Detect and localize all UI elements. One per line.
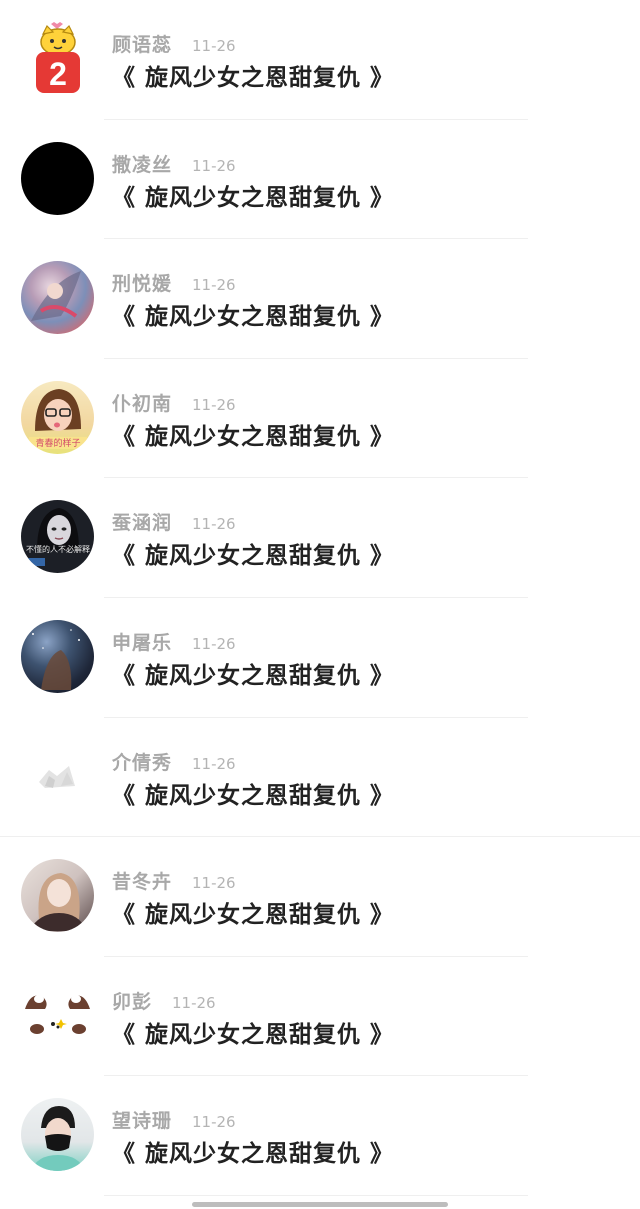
list-item[interactable]: 不懂的人不必解释 蚕涵润 11-26 《 旋风少女之恩甜复仇 》	[0, 478, 640, 598]
svg-text:青春的样子: 青春的样子	[35, 437, 80, 449]
comment-text: 《 旋风少女之恩甜复仇 》	[112, 902, 395, 929]
commenter-name[interactable]: 卯彭	[112, 987, 152, 1014]
comment-date: 11-26	[192, 1113, 236, 1132]
comment-text: 《 旋风少女之恩甜复仇 》	[112, 423, 395, 450]
avatar[interactable]: 2	[21, 22, 94, 95]
comment-date: 11-26	[192, 634, 236, 653]
mascot-badge-icon: 2	[36, 22, 80, 93]
list-item[interactable]: 卯彭 11-26 《 旋风少女之恩甜复仇 》	[0, 957, 640, 1077]
comment-date: 11-26	[192, 37, 236, 55]
commenter-name[interactable]: 撒凌丝	[112, 150, 172, 177]
avatar[interactable]: 不懂的人不必解释	[21, 500, 94, 574]
commenter-name[interactable]: 介倩秀	[112, 748, 172, 775]
comment-text: 《 旋风少女之恩甜复仇 》	[112, 65, 395, 91]
comment-date: 11-26	[192, 754, 236, 773]
avatar[interactable]	[21, 739, 94, 813]
avatar[interactable]: 青春的样子	[21, 380, 94, 454]
avatar[interactable]	[21, 261, 94, 335]
list-item[interactable]: 昔冬卉 11-26 《 旋风少女之恩甜复仇 》	[0, 837, 640, 957]
avatar[interactable]	[21, 619, 94, 693]
comment-date: 11-26	[192, 515, 236, 534]
avatar[interactable]	[21, 1098, 94, 1172]
comment-date: 11-26	[192, 395, 236, 414]
comment-text: 《 旋风少女之恩甜复仇 》	[112, 184, 395, 211]
list-item[interactable]: 望诗珊 11-26 《 旋风少女之恩甜复仇 》	[0, 1076, 640, 1196]
commenter-name[interactable]: 昔冬卉	[112, 867, 172, 894]
comment-text: 《 旋风少女之恩甜复仇 》	[112, 543, 395, 570]
list-item[interactable]: 介倩秀 11-26 《 旋风少女之恩甜复仇 》	[0, 718, 640, 838]
masked-boy-icon	[31, 1106, 85, 1172]
avatar[interactable]	[21, 978, 94, 1052]
commenter-name[interactable]: 仆初南	[112, 389, 172, 416]
anime-girl-icon	[29, 873, 87, 932]
list-item[interactable]: 撒凌丝 11-26 《 旋风少女之恩甜复仇 》	[0, 120, 640, 240]
commenter-name[interactable]: 蚕涵润	[112, 508, 172, 535]
comment-text: 《 旋风少女之恩甜复仇 》	[112, 782, 395, 809]
comment-text: 《 旋风少女之恩甜复仇 》	[112, 662, 395, 689]
sketch-icon	[39, 765, 75, 788]
list-item[interactable]: 刑悦媛 11-26 《 旋风少女之恩甜复仇 》	[0, 239, 640, 359]
commenter-name[interactable]: 顾语蕊	[112, 30, 172, 57]
list-item[interactable]: 申屠乐 11-26 《 旋风少女之恩甜复仇 》	[0, 598, 640, 718]
comment-text: 《 旋风少女之恩甜复仇 》	[112, 1021, 395, 1048]
list-item[interactable]: 青春的样子 仆初南 11-26 《 旋风少女之恩甜复仇 》	[0, 359, 640, 479]
commenter-name[interactable]: 刑悦媛	[112, 269, 172, 296]
nebula-icon	[32, 629, 80, 690]
comment-date: 11-26	[192, 276, 236, 295]
commenter-name[interactable]: 申屠乐	[112, 628, 172, 655]
comment-text: 《 旋风少女之恩甜复仇 》	[112, 304, 395, 331]
dark-portrait-icon: 不懂的人不必解释	[25, 508, 90, 567]
comment-date: 11-26	[172, 993, 216, 1012]
girl-photo-icon: 青春的样子	[29, 388, 87, 449]
character-icon	[31, 271, 81, 322]
comment-text: 《 旋风少女之恩甜复仇 》	[112, 1141, 395, 1168]
home-indicator[interactable]	[192, 1202, 448, 1207]
commenter-name[interactable]: 望诗珊	[112, 1106, 172, 1133]
svg-text:2: 2	[49, 56, 67, 92]
list-item[interactable]: 2 顾语蕊 11-26 《 旋风少女之恩甜复仇 》	[0, 0, 640, 120]
comment-date: 11-26	[192, 156, 236, 175]
comment-date: 11-26	[192, 874, 236, 893]
svg-text:不懂的人不必解释: 不懂的人不必解释	[26, 544, 90, 554]
comment-list: 2 顾语蕊 11-26 《 旋风少女之恩甜复仇 》 撒凌丝 11-26 《 旋风…	[0, 0, 640, 1196]
avatar[interactable]	[21, 859, 94, 933]
cute-animal-icon	[25, 994, 90, 1034]
avatar[interactable]	[21, 141, 94, 215]
